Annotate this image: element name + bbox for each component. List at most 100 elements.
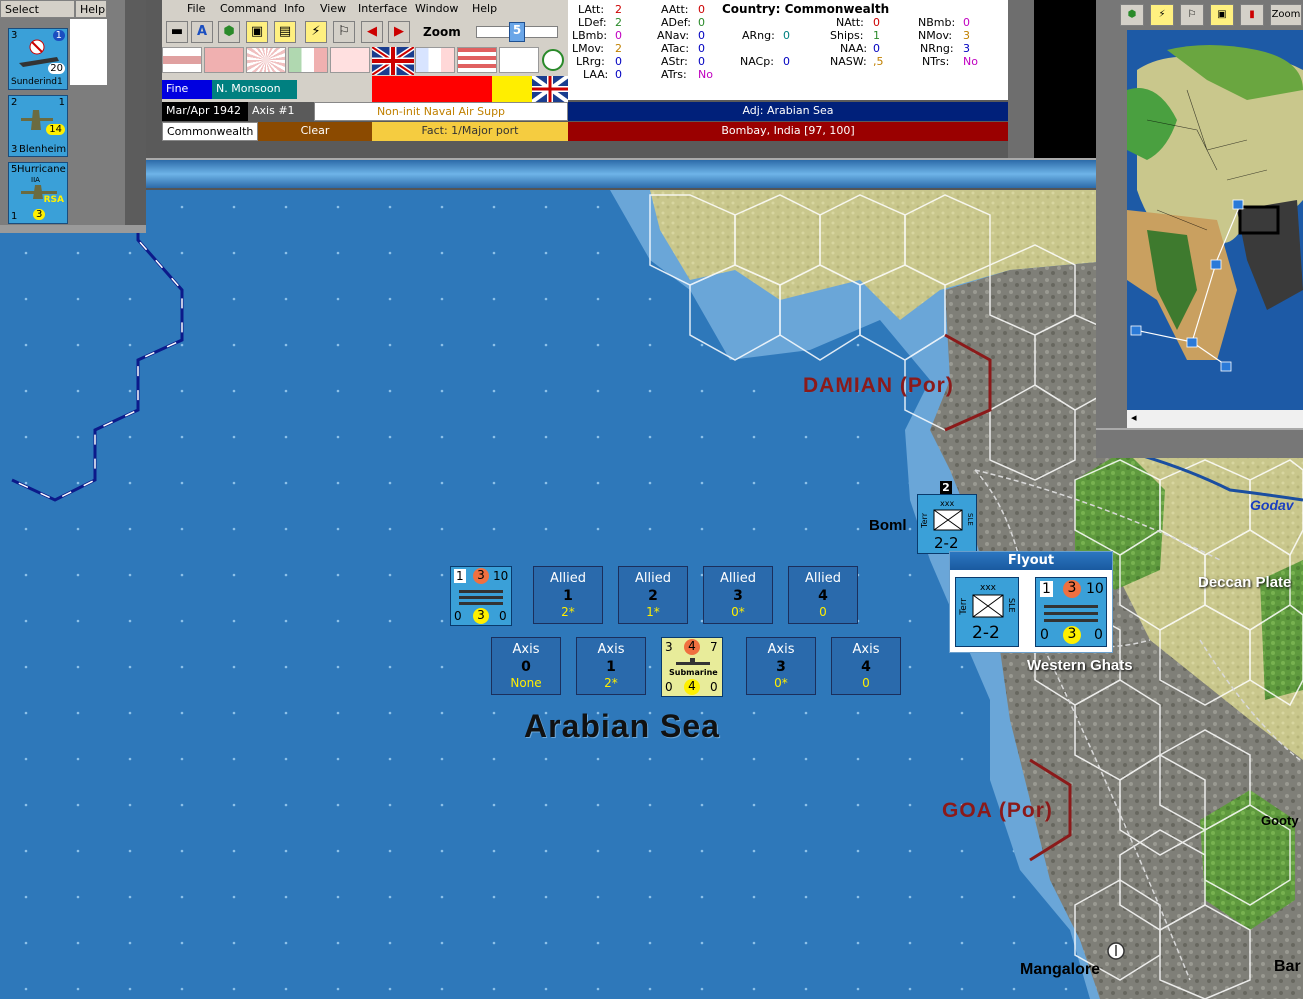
axis-submarine-counter[interactable]: 3 4 7 Submarine 0 4 0	[661, 637, 723, 697]
box-title: Axis	[597, 642, 625, 657]
menu-view[interactable]: View	[320, 2, 346, 15]
stat-label: LAA:	[583, 68, 609, 81]
stat-value: 1	[873, 29, 880, 42]
box-title: Allied	[550, 571, 586, 586]
counter-value: 3	[473, 568, 489, 584]
counter-value: 4	[684, 639, 700, 655]
flyout-panel[interactable]: Flyout xxx Terr SLE 2-2 1 3 10 0 3 0	[949, 551, 1113, 653]
minimap-bottom-frame[interactable]	[1096, 428, 1303, 458]
flag-uk-small-icon[interactable]	[532, 76, 568, 102]
sea-name-label: Arabian Sea	[524, 708, 720, 744]
stack-icon[interactable]: ▣	[246, 21, 268, 43]
factory-display: Fact: 1/Major port	[372, 122, 568, 141]
axis-box-1[interactable]: Axis 1 2*	[576, 637, 646, 695]
allied-ship-counter[interactable]: 1 3 10 0 3 0	[450, 566, 512, 626]
unit-nation: SLE	[966, 513, 974, 526]
scroll-left-icon[interactable]: ◂	[1131, 411, 1137, 424]
panel-splitter-bottom[interactable]	[0, 225, 146, 233]
stat-label: NAtt:	[836, 16, 864, 29]
menu-command[interactable]: Command	[220, 2, 277, 15]
minimap-pin-icon[interactable]: ▮	[1240, 4, 1264, 26]
arrow-left-icon[interactable]: ◀	[361, 21, 383, 43]
box-title: Axis	[767, 642, 795, 657]
allied-box-4[interactable]: Allied 4 0	[788, 566, 858, 624]
menu-help[interactable]: Help	[472, 2, 497, 15]
flyout-ship-counter[interactable]: 1 3 10 0 3 0	[1035, 577, 1107, 647]
zoom-slider[interactable]: 5	[476, 22, 558, 42]
flag-free-france-icon[interactable]	[415, 47, 455, 73]
help-button[interactable]: Help	[75, 0, 107, 18]
flag-japan-icon[interactable]	[246, 47, 286, 73]
box-number: 3	[776, 659, 786, 675]
stat-value: 0	[783, 29, 790, 42]
flag-switzerland-icon[interactable]	[204, 47, 244, 73]
flyout-corps-counter[interactable]: xxx Terr SLE 2-2	[955, 577, 1019, 647]
unit-card-hurricane[interactable]: 5 Hurricane IIA RSA 1 3	[8, 162, 68, 224]
panel-splitter[interactable]	[125, 0, 146, 232]
unit-value: 20	[48, 63, 65, 74]
menu-file[interactable]: File	[187, 2, 205, 15]
flag-germany-icon[interactable]	[162, 47, 202, 73]
flag-uk-icon[interactable]	[372, 47, 414, 75]
unit-stats-panel: Country: Commonwealth LAtt: 2 LDef: 2 LBmb…	[568, 0, 1008, 100]
unit-name: Sunderind1	[11, 77, 63, 87]
allied-box-3[interactable]: Allied 3 0*	[703, 566, 773, 624]
menu-interface[interactable]: Interface	[358, 2, 407, 15]
menu-info[interactable]: Info	[284, 2, 305, 15]
allied-box-1[interactable]: Allied 1 2*	[533, 566, 603, 624]
unit-nation: SLE	[1007, 598, 1016, 613]
minimap-lightning-icon[interactable]: ⚡	[1150, 4, 1174, 26]
minimap-scrollbar[interactable]: ◂	[1127, 410, 1303, 428]
box-value: None	[510, 676, 542, 690]
mangalore-label: Mangalore	[1020, 961, 1101, 978]
train-icon[interactable]: ▬	[166, 21, 188, 43]
counter-value: 1	[454, 569, 466, 583]
adjacent-display: Adj: Arabian Sea	[568, 102, 1008, 121]
lightning-icon[interactable]: ⚡	[305, 21, 327, 43]
toolbar-divider[interactable]	[146, 158, 1096, 190]
minimap-hex-icon[interactable]: ⬢	[1120, 4, 1144, 26]
minimap-frame[interactable]	[1096, 0, 1118, 455]
hex-icon[interactable]: ⬢	[218, 21, 240, 43]
bar-label: Bar	[1274, 958, 1301, 975]
stats-country: Country: Commonwealth	[722, 2, 890, 16]
flag-icon[interactable]: ⚐	[333, 21, 355, 43]
stat-label: NMov:	[918, 29, 953, 42]
flag-portugal-icon[interactable]	[330, 47, 370, 73]
axis-box-0[interactable]: Axis 0 None	[491, 637, 561, 695]
flag-ussr-icon[interactable]	[499, 47, 539, 73]
axis-box-3[interactable]: Axis 3 0*	[746, 637, 816, 695]
counter-value: 3	[473, 608, 489, 624]
minimap-flag-icon[interactable]: ⚐	[1180, 4, 1204, 26]
box-title: Allied	[805, 571, 841, 586]
weather-clear: Clear	[258, 122, 372, 141]
counter-value: 3	[1063, 580, 1081, 598]
target-icon[interactable]	[542, 49, 564, 71]
stat-label: NASW:	[830, 55, 867, 68]
unit-card-sunderland[interactable]: 3 1 20 Sunderind1	[8, 28, 68, 90]
flag-usa-icon[interactable]	[457, 47, 497, 73]
stack-alt-icon[interactable]: ▤	[274, 21, 296, 43]
unit-card-blenheim[interactable]: 2 1 14 3 Blenheim	[8, 95, 68, 157]
toolbar-bottom	[162, 141, 1008, 158]
territorial-corps-counter[interactable]: xxx Terr SLE 2-2	[917, 494, 977, 554]
allied-box-2[interactable]: Allied 2 1*	[618, 566, 688, 624]
minimap-stack-icon[interactable]: ▣	[1210, 4, 1234, 26]
menu-window[interactable]: Window	[415, 2, 458, 15]
minimap-view[interactable]	[1127, 30, 1303, 428]
flag-strip-red	[372, 76, 492, 102]
goa-label: GOA (Por)	[942, 799, 1053, 822]
stat-label: NRng:	[920, 42, 954, 55]
stat-value: 2	[615, 42, 622, 55]
font-a-icon[interactable]: A	[191, 21, 213, 43]
minimap-zoom-button[interactable]: Zoom	[1270, 4, 1302, 26]
zoom-slider-thumb[interactable]: 5	[509, 22, 525, 42]
stat-label: Ships:	[830, 29, 864, 42]
select-button[interactable]: Select	[0, 0, 75, 18]
stat-label: NACp:	[740, 55, 774, 68]
counter-value: 3	[665, 640, 673, 654]
axis-box-4[interactable]: Axis 4 0	[831, 637, 901, 695]
flag-italy-icon[interactable]	[288, 47, 328, 73]
arrow-right-icon[interactable]: ▶	[388, 21, 410, 43]
stat-value: 0	[963, 16, 970, 29]
